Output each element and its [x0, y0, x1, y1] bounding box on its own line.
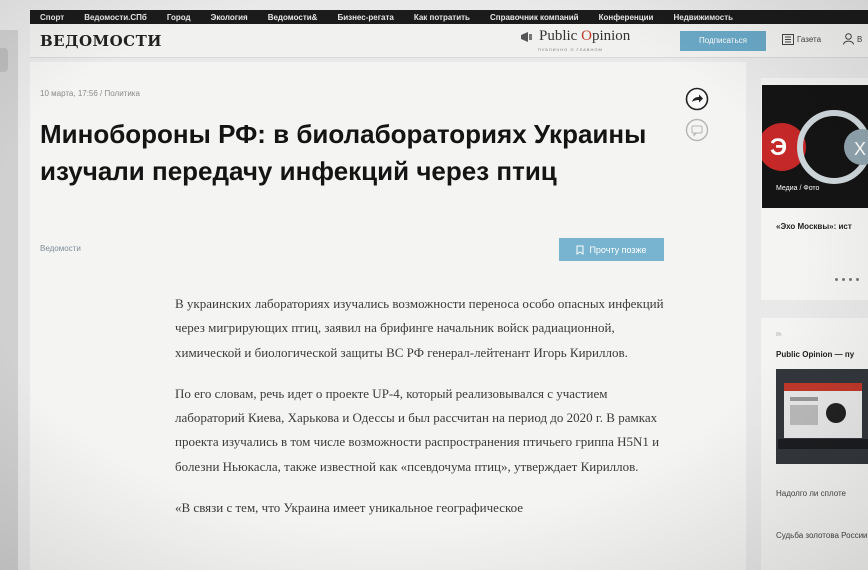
side-tab[interactable]: [0, 48, 8, 72]
partner-logo[interactable]: Public Opinion: [522, 28, 630, 45]
newspaper-icon: [782, 34, 794, 45]
share-icon[interactable]: [685, 87, 709, 111]
article-paragraph: В украинских лабораториях изучались возм…: [175, 296, 664, 360]
card-badge: 8h: [776, 332, 782, 338]
article-paragraph: По его словам, речь идет о проекте UP-4,…: [175, 385, 660, 474]
nav-item-regatta[interactable]: Бизнес-регата: [337, 13, 393, 22]
site-logo[interactable]: ВЕДОМОСТИ: [40, 32, 162, 50]
site-header: ВЕДОМОСТИ Public Opinion ПУБЛИЧНО О ГЛАВ…: [30, 24, 868, 58]
svg-text:X: X: [854, 139, 866, 159]
bookmark-icon: [576, 245, 584, 255]
nav-item-how-to-spend[interactable]: Как потратить: [414, 13, 470, 22]
svg-text:Э: Э: [770, 134, 787, 161]
read-later-button[interactable]: Прочту позже: [559, 238, 664, 261]
nav-item-conferences[interactable]: Конференции: [599, 13, 654, 22]
article-body: В украинских лабораториях изучались возм…: [175, 292, 670, 537]
article-source[interactable]: Ведомости: [40, 244, 81, 253]
card-text[interactable]: Судьба золотова России: [776, 528, 868, 543]
nav-item-ecology[interactable]: Экология: [211, 13, 248, 22]
card-text[interactable]: Надолго ли сплоте: [776, 489, 846, 498]
user-icon: [843, 33, 854, 45]
partner-tagline: ПУБЛИЧНО О ГЛАВНОМ: [538, 47, 603, 52]
media-headline[interactable]: «Эхо Москвы»: ист: [776, 222, 852, 231]
article-paragraph: «В связи с тем, что Украина имеет уникал…: [175, 500, 524, 516]
newspaper-link[interactable]: Газета: [782, 34, 821, 45]
article: 10 марта, 17:56 / Политика Минобороны РФ…: [30, 62, 746, 570]
laptop-photo-icon: [776, 369, 868, 464]
sidebar: Э X Медиа / Фото «Эхо Москвы»: ист 8h Pu…: [761, 78, 868, 570]
carousel-dots[interactable]: [835, 278, 859, 281]
media-caption: Медиа / Фото: [776, 185, 820, 192]
nav-item-spb[interactable]: Ведомости.СПб: [84, 13, 147, 22]
article-title: Минобороны РФ: в биолабораториях Украины…: [40, 119, 647, 186]
login-link[interactable]: В: [843, 33, 862, 45]
comment-icon[interactable]: [685, 118, 709, 142]
nav-item-city[interactable]: Город: [167, 13, 191, 22]
nav-item-sport[interactable]: Спорт: [40, 13, 64, 22]
article-meta: 10 марта, 17:56 / Политика: [40, 89, 140, 98]
card-image: [776, 369, 868, 464]
subscribe-button[interactable]: Подписаться: [680, 31, 766, 51]
nav-item-vedomosti-and[interactable]: Ведомости&: [268, 13, 318, 22]
sidebar-card-public-opinion[interactable]: 8h Public Opinion — пу Надолго ли сплоте…: [761, 318, 868, 570]
nav-item-realty[interactable]: Недвижимость: [673, 13, 733, 22]
nav-item-company-directory[interactable]: Справочник компаний: [490, 13, 579, 22]
card-title[interactable]: Public Opinion — пу: [776, 350, 854, 359]
browser-left-edge: [0, 30, 18, 570]
sidebar-card-media[interactable]: Э X Медиа / Фото «Эхо Москвы»: ист: [761, 78, 868, 300]
top-navigation: Спорт Ведомости.СПб Город Экология Ведом…: [30, 10, 868, 24]
